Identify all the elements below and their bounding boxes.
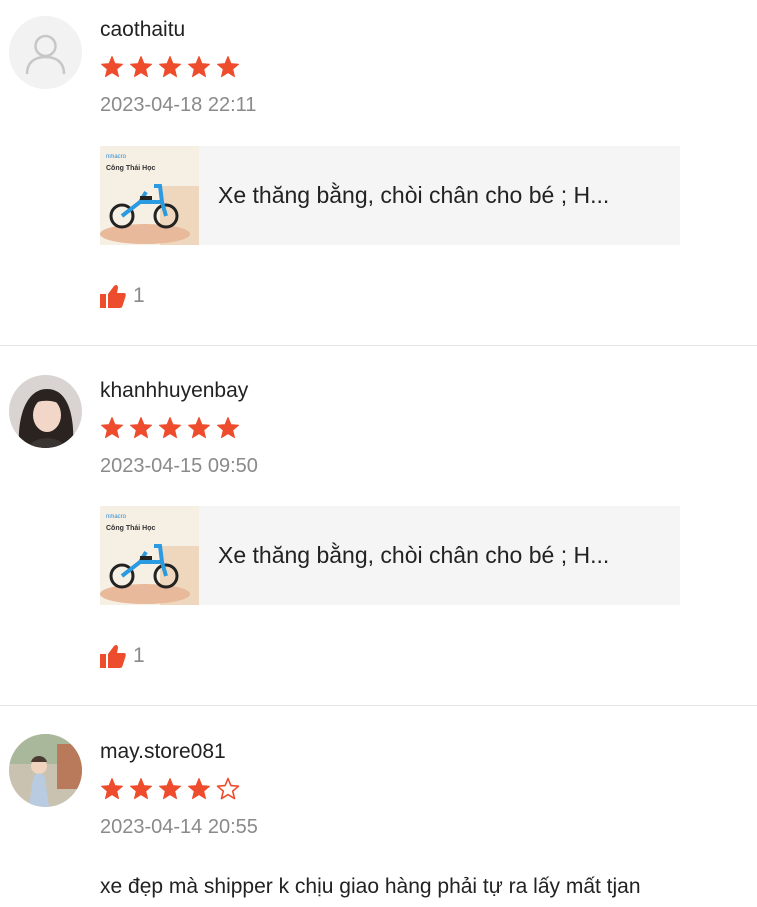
like-button[interactable]: 1 — [100, 643, 145, 669]
like-count: 1 — [133, 644, 145, 667]
review-date: 2023-04-15 09:50 — [100, 455, 258, 477]
review-date: 2023-04-18 22:11 — [100, 94, 257, 116]
product-name: Xe thăng bằng, chòi chân cho bé ; H... — [218, 182, 610, 208]
divider — [0, 705, 757, 706]
avatar[interactable] — [9, 16, 82, 89]
thumb-brand: nmacro — [106, 154, 127, 160]
user-photo — [9, 375, 82, 448]
review-date: 2023-04-14 20:55 — [100, 816, 258, 838]
divider — [0, 345, 757, 346]
star-filled-icon — [101, 778, 123, 800]
star-filled-icon — [130, 778, 152, 800]
thumb-tagline: Công Thái Học — [106, 165, 155, 172]
thumbs-up-icon — [100, 644, 126, 668]
star-filled-icon — [101, 417, 123, 439]
product-name: Xe thăng bằng, chòi chân cho bé ; H... — [218, 542, 610, 568]
star-filled-icon — [159, 56, 181, 78]
like-count: 1 — [133, 284, 145, 307]
avatar[interactable] — [9, 734, 82, 807]
star-filled-icon — [130, 417, 152, 439]
review-comment: xe đẹp mà shipper k chịu giao hàng phải … — [100, 875, 641, 898]
like-button[interactable]: 1 — [100, 283, 145, 309]
thumbs-up-icon — [100, 284, 126, 308]
star-filled-icon — [159, 417, 181, 439]
thumb-brand: nmacro — [106, 514, 127, 520]
product-thumbnail: nmacro Công Thái Học — [100, 506, 199, 605]
star-filled-icon — [217, 417, 239, 439]
reviewer-username[interactable]: may.store081 — [100, 739, 226, 765]
reviewer-username[interactable]: khanhhuyenbay — [100, 378, 248, 404]
star-filled-icon — [159, 778, 181, 800]
product-link[interactable]: nmacro Công Thái Học Xe thăng bằng, chòi… — [100, 146, 680, 245]
star-filled-icon — [217, 56, 239, 78]
product-thumbnail: nmacro Công Thái Học — [100, 146, 199, 245]
star-filled-icon — [188, 56, 210, 78]
star-filled-icon — [101, 56, 123, 78]
avatar[interactable] — [9, 375, 82, 448]
star-filled-icon — [130, 56, 152, 78]
star-empty-icon — [216, 777, 240, 800]
thumb-tagline: Công Thái Học — [106, 525, 155, 532]
default-user-icon — [9, 16, 82, 89]
star-filled-icon — [188, 417, 210, 439]
product-link[interactable]: nmacro Công Thái Học Xe thăng bằng, chòi… — [100, 506, 680, 605]
reviewer-username[interactable]: caothaitu — [100, 17, 185, 43]
rating-stars — [100, 55, 240, 79]
star-filled-icon — [188, 778, 210, 800]
user-photo — [9, 734, 82, 807]
rating-stars — [100, 777, 240, 801]
rating-stars — [100, 416, 240, 440]
